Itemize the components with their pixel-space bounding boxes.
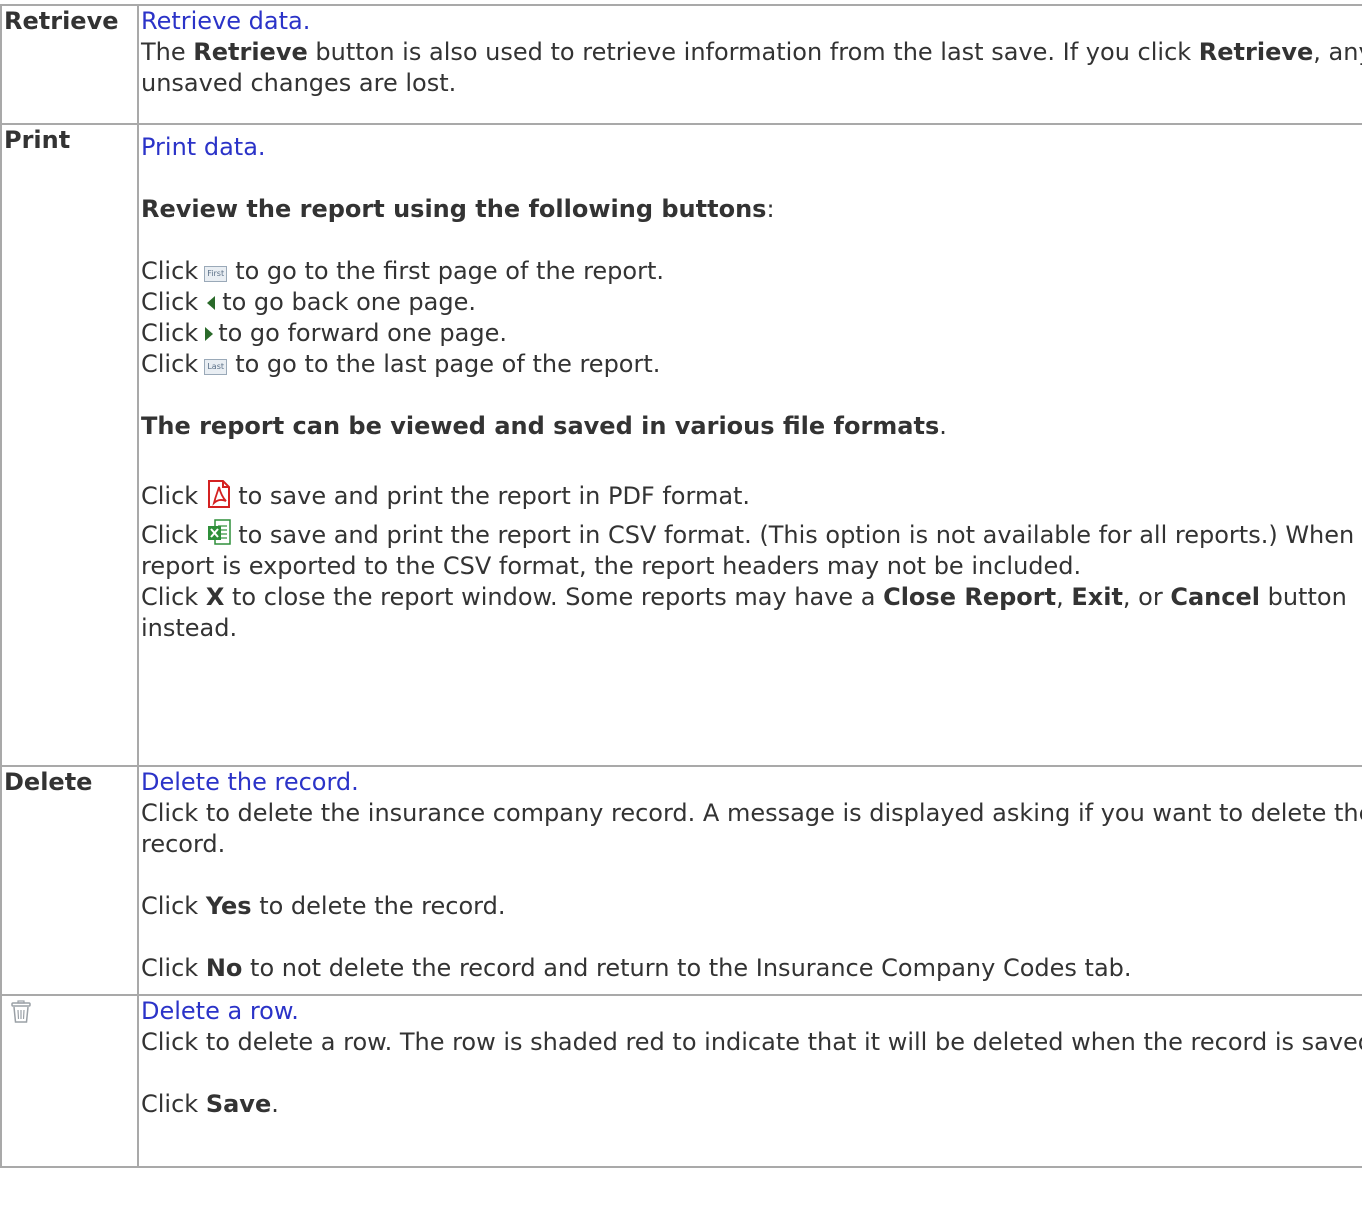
review-heading: Review the report using the following bu… xyxy=(141,195,775,223)
table-row: Delete a row. Click to delete a row. The… xyxy=(0,994,1362,1168)
button-name-cell: Retrieve xyxy=(0,4,139,125)
triangle-left-icon xyxy=(207,296,216,310)
table-row: Print Print data. Review the report usin… xyxy=(0,123,1362,767)
retrieve-description: The Retrieve button is also used to retr… xyxy=(141,38,1362,97)
forward-page-instruction: Click to go forward one page. xyxy=(141,319,507,347)
trash-icon xyxy=(11,1000,31,1023)
button-name: Delete xyxy=(4,768,93,796)
delete-record-link[interactable]: Delete the record. xyxy=(141,767,1362,798)
pdf-icon xyxy=(208,480,231,508)
spreadsheet-icon xyxy=(208,519,231,545)
button-name: Retrieve xyxy=(4,7,119,35)
last-page-instruction: Click Last to go to the last page of the r… xyxy=(141,350,661,378)
save-instruction: Click Save. xyxy=(141,1090,279,1118)
table-row: Retrieve Retrieve data. The Retrieve but… xyxy=(0,4,1362,125)
back-page-instruction: Click to go back one page. xyxy=(141,288,476,316)
delete-no-instruction: Click No to not delete the record and re… xyxy=(141,954,1132,982)
pdf-instruction: Click to save and print the report in PDF… xyxy=(141,479,1362,512)
first-page-instruction: Click First to go to the first page of the… xyxy=(141,257,664,285)
delete-description: Click to delete the insurance company re… xyxy=(141,799,1362,858)
description-cell: Retrieve data. The Retrieve button is al… xyxy=(137,4,1362,125)
close-instruction: Click X to close the report window. Some… xyxy=(141,583,1347,642)
button-reference-table: Retrieve Retrieve data. The Retrieve but… xyxy=(0,4,1362,1168)
button-name-cell: Print xyxy=(0,123,139,767)
csv-instruction: Click to save and print the report in CSV… xyxy=(141,518,1362,582)
button-icon-cell xyxy=(0,994,139,1168)
button-name-cell: Delete xyxy=(0,765,139,996)
description-cell: Print data. Review the report using the … xyxy=(137,123,1362,767)
description-cell: Delete the record. Click to delete the i… xyxy=(137,765,1362,996)
last-page-icon: Last xyxy=(204,359,228,375)
delete-row-description: Click to delete a row. The row is shaded… xyxy=(141,1028,1362,1056)
first-page-icon: First xyxy=(204,266,228,282)
delete-yes-instruction: Click Yes to delete the record. xyxy=(141,892,506,920)
button-name: Print xyxy=(4,126,71,154)
formats-heading: The report can be viewed and saved in va… xyxy=(141,412,947,440)
description-cell: Delete a row. Click to delete a row. The… xyxy=(137,994,1362,1168)
retrieve-data-link[interactable]: Retrieve data. xyxy=(141,6,1362,37)
triangle-right-icon xyxy=(205,327,214,341)
print-data-link[interactable]: Print data. xyxy=(141,132,1362,163)
table-row: Delete Delete the record. Click to delet… xyxy=(0,765,1362,996)
delete-row-link[interactable]: Delete a row. xyxy=(141,996,1362,1027)
